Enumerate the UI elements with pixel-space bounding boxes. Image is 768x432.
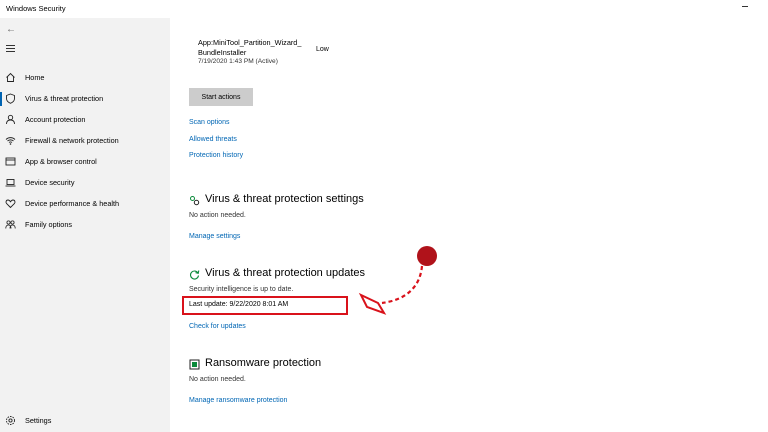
sidebar-item-label: Family options bbox=[25, 220, 73, 229]
sidebar-item-label: Home bbox=[25, 73, 45, 82]
settings-gears-icon bbox=[190, 196, 200, 206]
back-arrow-icon[interactable]: ← bbox=[6, 24, 20, 36]
wifi-icon bbox=[5, 137, 16, 145]
manage-ransomware-link[interactable]: Manage ransomware protection bbox=[189, 397, 287, 404]
sidebar-item-app-browser-control[interactable]: App & browser control bbox=[0, 152, 170, 172]
sidebar-item-label: Device security bbox=[25, 178, 75, 187]
sidebar-item-label: Virus & threat protection bbox=[25, 94, 104, 103]
settings-section-status: No action needed. bbox=[189, 212, 246, 219]
annotation-dashed-line bbox=[381, 265, 424, 305]
scan-options-link[interactable]: Scan options bbox=[189, 119, 229, 126]
sidebar-item-label: Firewall & network protection bbox=[25, 136, 119, 145]
annotation-dot bbox=[417, 246, 437, 266]
updates-section-status: Security intelligence is up to date. bbox=[189, 286, 294, 293]
manage-settings-link[interactable]: Manage settings bbox=[189, 233, 240, 240]
sidebar-item-label: Device performance & health bbox=[25, 199, 120, 208]
main-content: App:MiniTool_Partition_Wizard_ BundleIns… bbox=[170, 18, 768, 432]
app-title: Windows Security bbox=[6, 4, 66, 13]
sidebar-item-settings[interactable]: Settings bbox=[0, 411, 170, 431]
hamburger-menu-icon[interactable] bbox=[6, 45, 16, 53]
protection-history-link[interactable]: Protection history bbox=[189, 152, 243, 159]
shield-icon bbox=[6, 93, 15, 104]
sidebar: ← Home Virus & threat protection Account… bbox=[0, 18, 170, 432]
laptop-icon bbox=[5, 179, 16, 187]
settings-section-title: Virus & threat protection settings bbox=[205, 193, 364, 205]
threat-app-name: App:MiniTool_Partition_Wizard_ BundleIns… bbox=[198, 38, 302, 57]
annotation-arrow bbox=[358, 246, 437, 315]
threat-date: 7/19/2020 1:43 PM (Active) bbox=[198, 58, 278, 65]
title-bar: Windows Security bbox=[0, 0, 768, 18]
sidebar-item-account-protection[interactable]: Account protection bbox=[0, 110, 170, 130]
ransomware-section-title: Ransomware protection bbox=[205, 357, 322, 369]
update-refresh-icon bbox=[190, 270, 200, 280]
ransomware-folder-icon bbox=[189, 359, 200, 370]
sidebar-item-firewall[interactable]: Firewall & network protection bbox=[0, 131, 170, 151]
last-update-text: Last update: 9/22/2020 8:01 AM bbox=[189, 301, 289, 308]
browser-icon bbox=[5, 157, 16, 166]
sidebar-item-label: Account protection bbox=[25, 115, 86, 124]
settings-label: Settings bbox=[25, 416, 52, 425]
threat-severity: Low bbox=[316, 46, 329, 53]
ransomware-section-status: No action needed. bbox=[189, 376, 246, 383]
sidebar-item-label: App & browser control bbox=[25, 157, 97, 166]
person-icon bbox=[6, 114, 15, 125]
sidebar-item-family-options[interactable]: Family options bbox=[0, 215, 170, 235]
sidebar-item-home[interactable]: Home bbox=[0, 68, 170, 88]
start-actions-button[interactable]: Start actions bbox=[189, 88, 253, 106]
minimize-button[interactable] bbox=[738, 0, 754, 14]
sidebar-item-device-security[interactable]: Device security bbox=[0, 173, 170, 193]
sidebar-item-virus-threat-protection[interactable]: Virus & threat protection bbox=[0, 89, 170, 109]
home-icon bbox=[6, 72, 15, 82]
allowed-threats-link[interactable]: Allowed threats bbox=[189, 136, 237, 143]
annotation-arrowhead bbox=[358, 292, 387, 315]
gear-icon bbox=[6, 416, 15, 425]
sidebar-item-device-performance[interactable]: Device performance & health bbox=[0, 194, 170, 214]
updates-section-title: Virus & threat protection updates bbox=[205, 267, 366, 279]
heart-icon bbox=[5, 199, 16, 209]
family-icon bbox=[5, 220, 16, 229]
check-for-updates-link[interactable]: Check for updates bbox=[189, 323, 246, 330]
